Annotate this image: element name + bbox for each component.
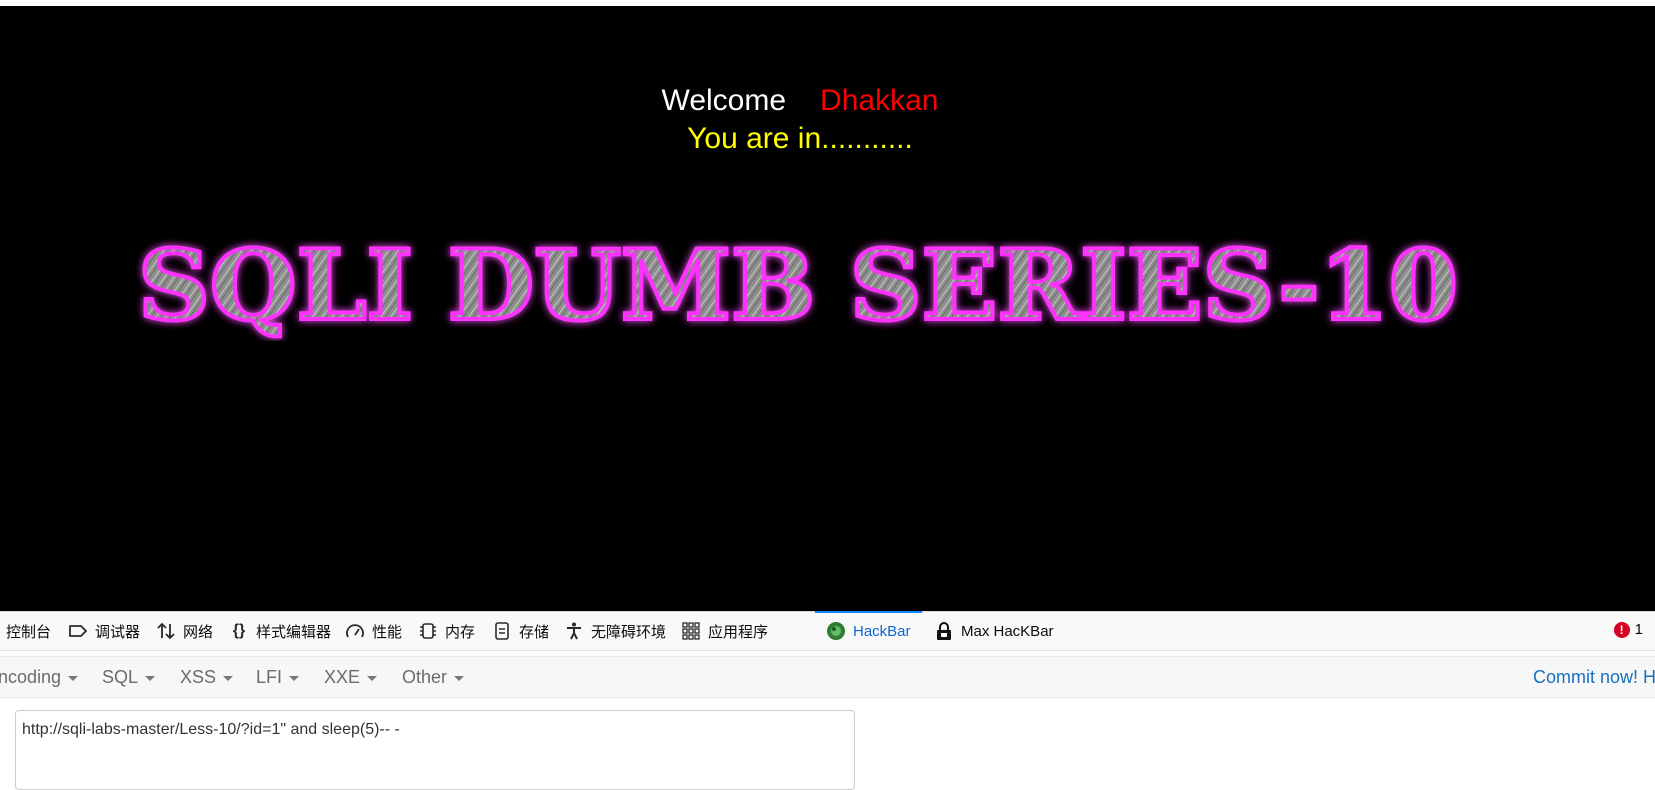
tab-network[interactable]: 网络 <box>156 612 213 650</box>
chevron-down-icon <box>145 676 156 681</box>
tab-label: 网络 <box>183 623 214 641</box>
style-editor-icon: {} <box>232 622 246 639</box>
lock-icon <box>934 621 954 641</box>
chevron-down-icon <box>289 676 300 681</box>
tab-debugger[interactable]: 调试器 <box>68 612 140 650</box>
menu-xss[interactable]: XSS <box>180 657 234 697</box>
tab-hackbar[interactable]: HackBar <box>815 611 922 650</box>
tab-label: 无障碍环境 <box>591 623 667 641</box>
menu-label: XSS <box>180 666 217 687</box>
chevron-down-icon <box>223 676 234 681</box>
menu-label: SQL <box>102 666 139 687</box>
tab-label: 控制台 <box>6 623 52 641</box>
error-count: 1 <box>1634 621 1643 638</box>
welcome-label: Welcome <box>661 84 787 117</box>
network-icon <box>156 621 176 641</box>
menu-sql[interactable]: SQL <box>102 657 156 697</box>
user-name: Dhakkan <box>820 84 939 117</box>
login-status: You are in........... <box>687 122 913 155</box>
tab-label: 存储 <box>519 623 550 641</box>
menu-label: Other <box>402 666 448 687</box>
devtools-panel: 控制台 调试器 网络 {} 样式编辑器 性能 内存 存储 无障碍环境 应用程序 … <box>0 611 1655 790</box>
tab-memory[interactable]: 内存 <box>418 612 475 650</box>
menu-label: ncoding <box>0 666 62 687</box>
memory-icon <box>418 621 438 641</box>
hackbar-icon <box>826 621 846 641</box>
error-counter[interactable]: ! 1 <box>1613 621 1643 638</box>
tab-performance[interactable]: 性能 <box>345 612 402 650</box>
tab-label: 内存 <box>445 623 476 641</box>
tab-label: 性能 <box>372 623 403 641</box>
devtools-tab-bar: 控制台 调试器 网络 {} 样式编辑器 性能 内存 存储 无障碍环境 应用程序 … <box>0 611 1655 651</box>
error-icon: ! <box>1613 621 1630 638</box>
sqli-banner-logo: SQLI DUMB SERIES-10 <box>128 227 1468 344</box>
debugger-icon <box>68 621 88 641</box>
tab-label: 应用程序 <box>708 623 769 641</box>
application-icon <box>681 621 701 641</box>
tab-label: Max HacKBar <box>961 622 1054 640</box>
menu-encoding[interactable]: ncoding <box>0 657 79 697</box>
commit-now-link[interactable]: Commit now! Ha <box>1533 657 1655 697</box>
banner-logo-graphic: SQLI DUMB SERIES-10 <box>136 227 1460 344</box>
accessibility-icon <box>564 621 584 641</box>
web-page: Welcome Dhakkan You are in........... SQL… <box>0 6 1655 611</box>
hackbar-toolbar: ncoding SQL XSS LFI XXE Other Commit now… <box>0 656 1655 698</box>
banner-text: SQLI DUMB SERIES-10 <box>138 231 1458 341</box>
menu-label: LFI <box>256 666 283 687</box>
chevron-down-icon <box>68 676 79 681</box>
tab-label: HackBar <box>853 622 911 640</box>
menu-label: XXE <box>324 666 361 687</box>
chevron-down-icon <box>454 676 465 681</box>
tab-application[interactable]: 应用程序 <box>681 612 768 650</box>
storage-icon <box>492 621 512 641</box>
tab-console[interactable]: 控制台 <box>6 612 51 650</box>
menu-lfi[interactable]: LFI <box>256 657 300 697</box>
menu-other[interactable]: Other <box>402 657 465 697</box>
welcome-line: Welcome Dhakkan <box>0 83 1600 119</box>
tab-storage[interactable]: 存储 <box>492 612 549 650</box>
tab-style-editor[interactable]: {} 样式编辑器 <box>229 612 331 650</box>
tab-label: 调试器 <box>95 623 141 641</box>
url-input[interactable]: http://sqli-labs-master/Less-10/?id=1" a… <box>15 710 855 790</box>
menu-xxe[interactable]: XXE <box>324 657 378 697</box>
tab-label: 样式编辑器 <box>256 623 332 641</box>
tab-max-hackbar[interactable]: Max HacKBar <box>934 612 1054 650</box>
chevron-down-icon <box>367 676 378 681</box>
tab-accessibility[interactable]: 无障碍环境 <box>564 612 666 650</box>
performance-icon <box>345 621 365 641</box>
